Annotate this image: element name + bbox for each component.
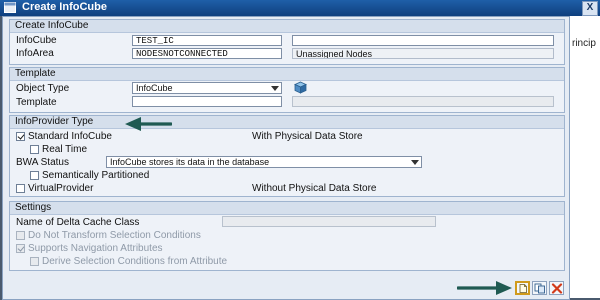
object-type-label: Object Type: [16, 83, 70, 94]
annotation-arrow-icon: [457, 281, 512, 295]
cancel-x-icon: [551, 283, 563, 294]
close-button[interactable]: X: [582, 1, 598, 16]
template-input[interactable]: [132, 96, 282, 107]
create-infocube-dialog: Create InfoCube InfoCube TEST_IC InfoAre…: [2, 16, 570, 300]
app-window-icon: [4, 2, 16, 13]
window-title: Create InfoCube: [22, 1, 107, 13]
semantically-partitioned-label: Semantically Partitioned: [42, 170, 150, 181]
group-header: Create InfoCube: [10, 20, 564, 33]
group-header: InfoProvider Type: [10, 116, 564, 129]
group-header: Template: [10, 68, 564, 81]
virtualprovider-checkbox[interactable]: [16, 184, 25, 193]
bwa-status-select[interactable]: InfoCube stores its data in the database: [106, 156, 422, 168]
copy-icon: [534, 283, 545, 294]
object-type-select[interactable]: InfoCube: [132, 82, 282, 94]
virtualprovider-label: VirtualProvider: [28, 183, 94, 194]
group-header: Settings: [10, 202, 564, 215]
background-text: rincip: [572, 38, 596, 49]
template-label: Template: [16, 97, 57, 108]
real-time-checkbox[interactable]: [30, 145, 39, 154]
navigation-attributes-checkbox: [16, 244, 25, 253]
template-group: Template Object Type InfoCube Template: [9, 67, 565, 113]
infoprovider-type-group: InfoProvider Type Standard InfoCube With…: [9, 115, 565, 197]
bwa-status-label: BWA Status: [16, 157, 69, 168]
title-bar: Create InfoCube X: [0, 0, 600, 16]
derive-conditions-checkbox: [30, 257, 39, 266]
create-button[interactable]: [515, 281, 530, 295]
bwa-status-value: InfoCube stores its data in the database: [110, 157, 270, 167]
infocube-input[interactable]: TEST_IC: [132, 35, 282, 46]
object-type-value: InfoCube: [136, 83, 173, 93]
close-icon: X: [586, 2, 594, 13]
semantically-partitioned-checkbox[interactable]: [30, 171, 39, 180]
infocube-description-input[interactable]: [292, 35, 554, 46]
without-physical-store-label: Without Physical Data Store: [252, 183, 377, 194]
no-transform-checkbox: [16, 231, 25, 240]
standard-infocube-checkbox[interactable]: [16, 132, 25, 141]
no-transform-label: Do Not Transform Selection Conditions: [28, 230, 201, 241]
delta-cache-input: [222, 216, 436, 227]
navigation-attributes-label: Supports Navigation Attributes: [28, 243, 163, 254]
derive-conditions-label: Derive Selection Conditions from Attribu…: [42, 256, 228, 267]
infoarea-description: Unassigned Nodes: [292, 48, 554, 59]
chevron-down-icon[interactable]: [271, 86, 279, 91]
real-time-label: Real Time: [42, 144, 88, 155]
with-physical-store-label: With Physical Data Store: [252, 131, 363, 142]
settings-group: Settings Name of Delta Cache Class Do No…: [9, 201, 565, 271]
background-window: rincip: [570, 16, 600, 298]
copy-button[interactable]: [532, 281, 547, 295]
new-document-icon: [519, 284, 527, 293]
cancel-button[interactable]: [549, 281, 564, 295]
chevron-down-icon[interactable]: [411, 160, 419, 165]
annotation-arrow-icon: [125, 117, 172, 131]
create-infocube-group: Create InfoCube InfoCube TEST_IC InfoAre…: [9, 19, 565, 65]
delta-cache-label: Name of Delta Cache Class: [16, 217, 140, 228]
infocube-label: InfoCube: [16, 35, 57, 46]
standard-infocube-label: Standard InfoCube: [28, 131, 112, 142]
infoarea-input[interactable]: NODESNOTCONNECTED: [132, 48, 282, 59]
template-description: [292, 96, 554, 107]
infocube-cube-icon[interactable]: [294, 81, 307, 94]
infoarea-label: InfoArea: [16, 48, 54, 59]
